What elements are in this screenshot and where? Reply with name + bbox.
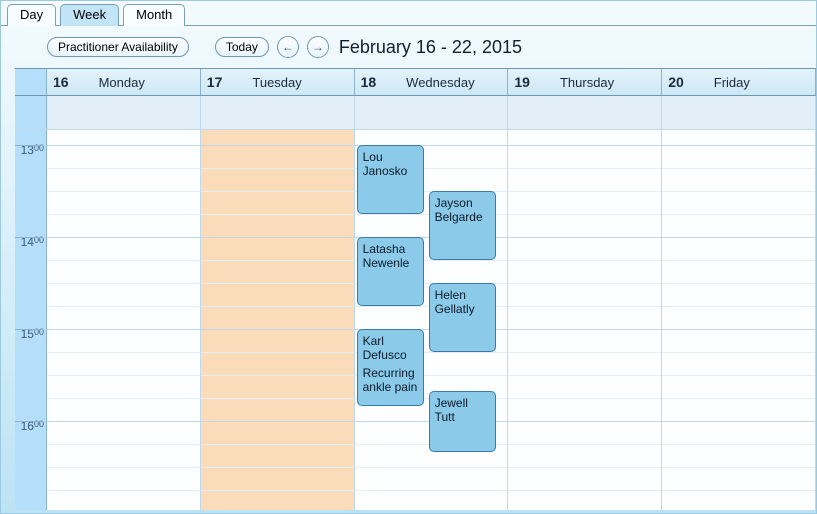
day-column[interactable]: Lou Janosko Latasha Newenle Karl Defusco Re…	[355, 130, 509, 510]
day-number: 18	[361, 74, 377, 90]
tab-month[interactable]: Month	[123, 4, 185, 26]
appointment-title: Jayson Belgarde	[435, 196, 490, 224]
tab-day[interactable]: Day	[7, 4, 56, 26]
time-gutter: 1300140015001600	[15, 130, 47, 510]
day-name: Wednesday	[406, 75, 474, 90]
day-header[interactable]: 17 Tuesday	[201, 69, 355, 95]
day-number: 16	[53, 74, 69, 90]
appointment[interactable]: Latasha Newenle	[357, 237, 424, 306]
allday-cell[interactable]	[201, 96, 355, 129]
appointment[interactable]: Helen Gellatly	[429, 283, 496, 352]
day-number: 20	[668, 74, 684, 90]
view-tabs: Day Week Month	[1, 1, 816, 26]
day-name: Friday	[714, 75, 750, 90]
day-column[interactable]	[47, 130, 201, 510]
day-header[interactable]: 18 Wednesday	[355, 69, 509, 95]
appointment-title: Latasha Newenle	[363, 242, 418, 270]
appointment-title: Lou Janosko	[363, 150, 418, 178]
appointment-title: Karl Defusco	[363, 334, 418, 362]
allday-cell[interactable]	[355, 96, 509, 129]
day-number: 17	[207, 74, 223, 90]
day-name: Monday	[99, 75, 145, 90]
appointment[interactable]: Karl Defusco Recurring ankle pain	[357, 329, 424, 406]
arrow-right-icon: →	[312, 40, 324, 54]
day-header-row: 16 Monday 17 Tuesday 18 Wednesday 19 Thursday 20…	[15, 69, 816, 96]
day-header[interactable]: 19 Thursday	[508, 69, 662, 95]
day-name: Tuesday	[252, 75, 301, 90]
arrow-left-icon: ←	[282, 40, 294, 54]
gutter-header	[15, 69, 47, 95]
allday-cell[interactable]	[47, 96, 201, 129]
appointment[interactable]: Lou Janosko	[357, 145, 424, 214]
next-week-button[interactable]: →	[307, 36, 329, 58]
allday-row	[15, 96, 816, 130]
appointment[interactable]: Jayson Belgarde	[429, 191, 496, 260]
date-range-label: February 16 - 22, 2015	[339, 37, 522, 58]
gutter-allday	[15, 96, 47, 129]
day-column[interactable]	[508, 130, 662, 510]
day-name: Thursday	[560, 75, 614, 90]
day-number: 19	[514, 74, 530, 90]
appointment-title: Helen Gellatly	[435, 288, 490, 316]
time-grid: 1300140015001600 Lou Janosko Latasha Newe…	[15, 130, 816, 510]
practitioner-availability-button[interactable]: Practitioner Availability	[47, 37, 189, 57]
prev-week-button[interactable]: ←	[277, 36, 299, 58]
allday-cell[interactable]	[662, 96, 816, 129]
day-header[interactable]: 16 Monday	[47, 69, 201, 95]
tab-week[interactable]: Week	[60, 4, 119, 26]
appointment-note: Recurring ankle pain	[363, 366, 418, 394]
day-columns: Lou Janosko Latasha Newenle Karl Defusco Re…	[47, 130, 816, 510]
calendar: 16 Monday 17 Tuesday 18 Wednesday 19 Thursday 20…	[15, 68, 816, 510]
toolbar: Practitioner Availability Today ← → Febr…	[1, 26, 816, 68]
today-button[interactable]: Today	[215, 37, 269, 57]
day-column[interactable]	[662, 130, 816, 510]
day-header[interactable]: 20 Friday	[662, 69, 816, 95]
appointment[interactable]: Jewell Tutt	[429, 391, 496, 452]
allday-cell[interactable]	[508, 96, 662, 129]
day-column[interactable]	[201, 130, 355, 510]
appointment-title: Jewell Tutt	[435, 396, 490, 424]
